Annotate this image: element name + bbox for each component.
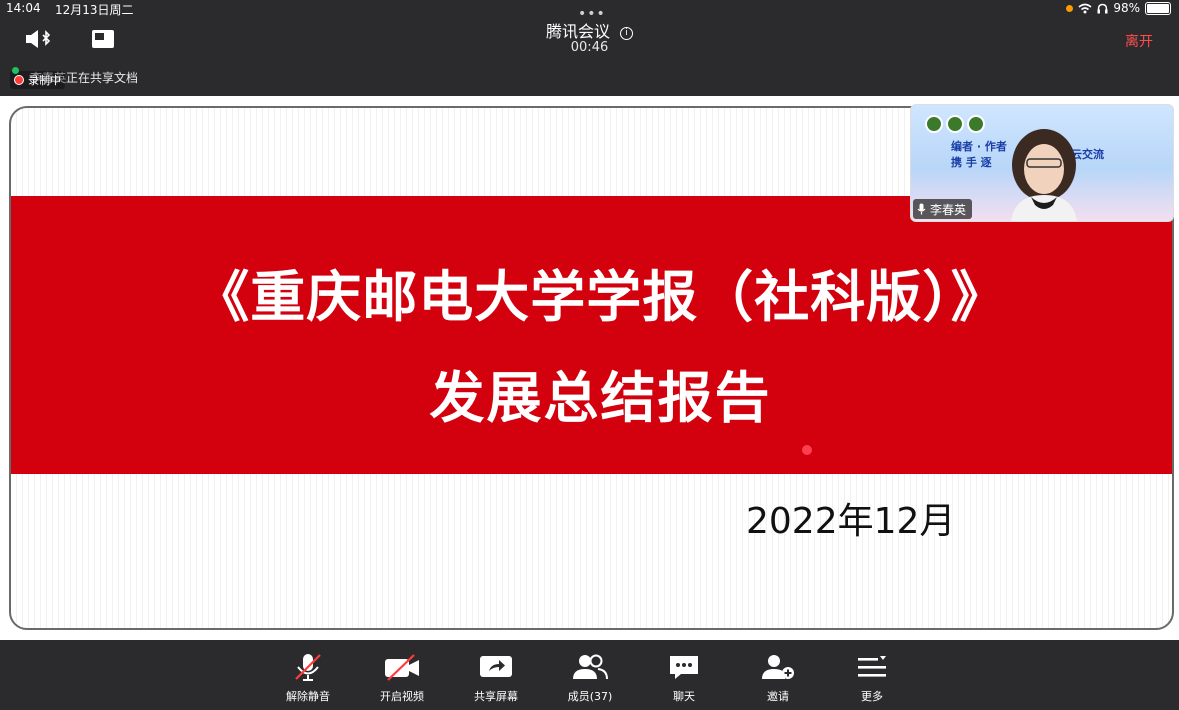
unmute-label: 解除静音 [286,690,330,703]
recording-label: 录制中 [28,74,61,87]
status-date: 12月13日周二 [55,3,134,17]
camera-off-icon [385,654,419,681]
members-button[interactable]: 成员(37) [550,652,630,704]
members-icon [573,654,608,680]
add-user-icon [762,655,794,679]
invite-label: 邀请 [767,690,789,703]
unmute-button[interactable]: 解除静音 [268,652,348,704]
background-text-1: 编者 · 作者 [951,140,1007,153]
chat-label: 聊天 [673,690,695,703]
more-button[interactable]: 更多 [832,652,912,704]
meeting-title[interactable]: 腾讯会议 i [0,18,1179,42]
speaker-bluetooth-icon[interactable] [24,28,58,50]
mic-muted-icon [295,654,321,681]
background-text-3: 携 手 逐 [951,156,992,169]
headphones-icon [1097,3,1108,13]
share-screen-label: 共享屏幕 [474,690,518,703]
green-status-dot [12,67,19,74]
slide-date: 2022年12月 [746,501,956,542]
laser-pointer-dot [802,445,812,455]
info-icon[interactable]: i [620,27,633,40]
battery-icon [1145,1,1171,15]
wifi-icon [1078,3,1092,13]
more-label: 更多 [861,690,883,703]
share-screen-icon [480,656,512,677]
leave-button[interactable]: 离开 [1125,31,1153,51]
meeting-title-text: 腾讯会议 [545,22,610,41]
start-video-button[interactable]: 开启视频 [362,652,442,704]
mic-icon [917,203,926,215]
status-time: 14:04 [6,1,41,15]
slide-title-line1: 《重庆邮电大学学报（社科版）》 [194,265,1007,329]
participant-name: 李春英 [930,202,967,217]
slide-title-line2: 发展总结报告 [429,366,772,430]
members-label: 成员(37) [567,690,613,703]
more-menu-icon [858,656,886,677]
battery-percent: 98% [1113,1,1140,15]
status-right: 98% [1066,1,1171,15]
share-screen-button[interactable]: 共享屏幕 [456,652,536,704]
chat-button[interactable]: 聊天 [644,652,724,704]
meeting-timer: 00:46 [570,40,609,55]
invite-button[interactable]: 邀请 [738,652,818,704]
layout-switch-icon[interactable] [90,28,116,50]
participant-name-tag: 李春英 [913,199,973,219]
meeting-toolbar: 解除静音 开启视频 共享屏幕 成员(37) 聊天 邀请 更多 [0,640,1179,710]
meeting-top-bar: ••• 腾讯会议 i 00:46 离开 李春英正在共享文档 录制中 [0,6,1179,96]
recording-badge[interactable]: 录制中 [10,67,65,89]
start-video-label: 开启视频 [380,690,424,703]
chat-icon [670,656,698,679]
record-icon [14,75,24,85]
background-logos [925,115,985,133]
participant-video-thumbnail[interactable]: 编者 · 作者 云交流 携 手 逐 李春英 [910,104,1174,222]
mic-in-use-indicator-icon [1066,4,1074,12]
participant-video [1011,129,1077,221]
